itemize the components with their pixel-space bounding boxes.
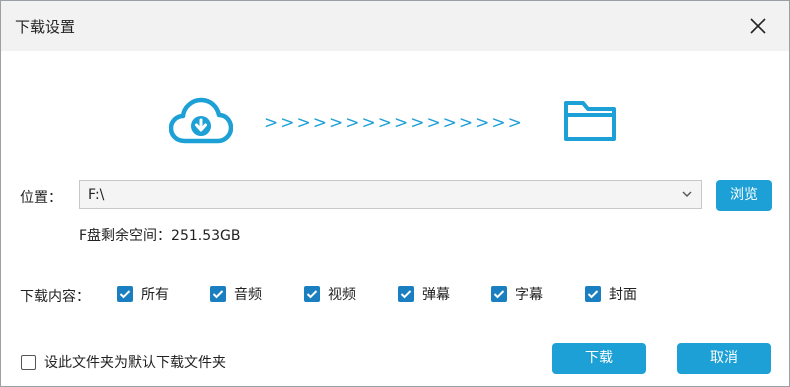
browse-button[interactable]: 浏览 (716, 180, 772, 211)
check-icon (117, 286, 133, 302)
check-icon (491, 286, 507, 302)
free-space-text: F盘剩余空间：251.53GB (79, 228, 241, 244)
title-bar: 下载设置 (1, 1, 789, 51)
checkbox-label: 所有 (141, 287, 169, 303)
set-default-folder-label: 设此文件夹为默认下载文件夹 (44, 355, 226, 371)
checkbox-label: 视频 (328, 287, 356, 303)
checkbox-label: 音频 (234, 287, 262, 303)
checkbox-all[interactable]: 所有 (117, 285, 169, 303)
check-icon (304, 286, 320, 302)
set-default-folder-checkbox[interactable]: 设此文件夹为默认下载文件夹 (21, 352, 226, 372)
location-label: 位置： (20, 190, 62, 206)
checkbox-label: 字幕 (515, 287, 543, 303)
chevron-down-icon (682, 191, 692, 197)
checkbox-danmaku[interactable]: 弹幕 (398, 285, 450, 303)
download-settings-dialog: 下载设置 >>>>>>>>>>>>>>>> 位置： F:\ 浏览 F盘剩余空间：… (0, 0, 790, 387)
download-button[interactable]: 下载 (552, 343, 646, 374)
folder-icon (564, 101, 616, 141)
unchecked-box (21, 354, 36, 370)
dialog-title: 下载设置 (15, 18, 76, 36)
transfer-arrows: >>>>>>>>>>>>>>>> (264, 113, 524, 133)
cancel-button[interactable]: 取消 (677, 343, 771, 374)
checkbox-subtitles[interactable]: 字幕 (491, 285, 543, 303)
check-icon (585, 286, 601, 302)
check-icon (398, 286, 414, 302)
checkbox-audio[interactable]: 音频 (210, 285, 262, 303)
checkbox-label: 封面 (609, 287, 637, 303)
close-icon (750, 18, 766, 34)
checkbox-video[interactable]: 视频 (304, 285, 356, 303)
cloud-download-icon (169, 97, 233, 144)
checkbox-label: 弹幕 (422, 287, 450, 303)
download-content-label: 下载内容： (20, 289, 90, 305)
download-illustration: >>>>>>>>>>>>>>>> (1, 91, 789, 161)
check-icon (210, 286, 226, 302)
path-value: F:\ (88, 187, 105, 203)
checkbox-cover[interactable]: 封面 (585, 285, 637, 303)
path-dropdown[interactable]: F:\ (79, 180, 702, 209)
close-button[interactable] (745, 13, 771, 39)
